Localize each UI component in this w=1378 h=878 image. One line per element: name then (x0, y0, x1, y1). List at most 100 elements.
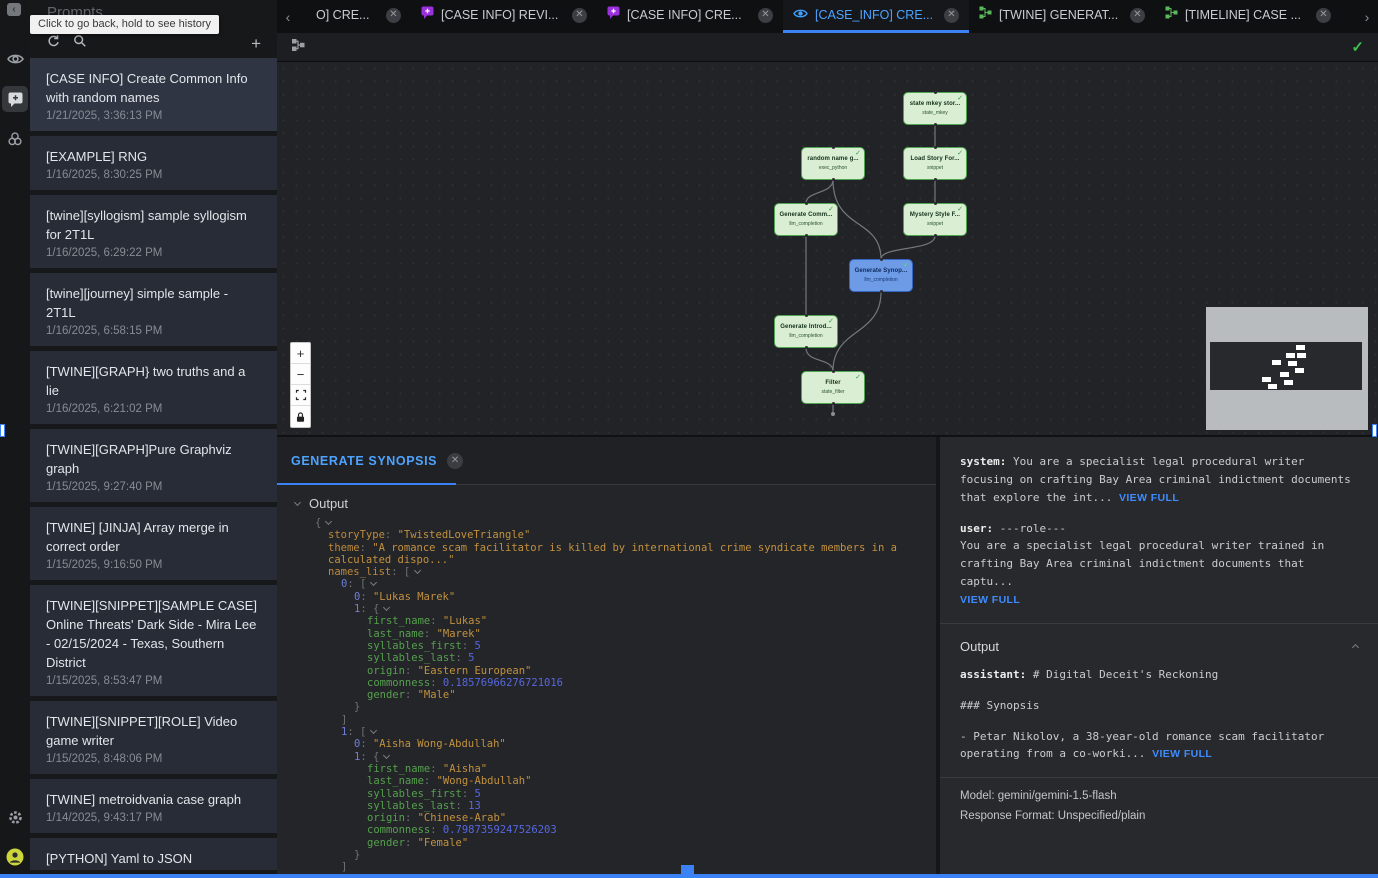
json-tree[interactable]: {storyType: "TwistedLoveTriangle"theme: … (277, 517, 936, 874)
list-item[interactable]: [PYTHON] Yaml to JSON (30, 838, 277, 870)
view-full-link[interactable]: VIEW FULL (960, 594, 1020, 606)
eye-icon[interactable] (2, 46, 28, 72)
graph-node-snippet[interactable]: ✓Mystery Style F...snippet (903, 203, 967, 236)
chevron-down-icon[interactable] (370, 727, 377, 734)
app-window: ‹ Prompts Click to go back, hold to see … (0, 0, 1378, 878)
tab-generate-synopsis[interactable]: GENERATE SYNOPSIS (291, 454, 437, 468)
graph-node-state_mkey[interactable]: ✓state mkey stor...state_mkey (903, 92, 967, 125)
check-icon: ✓ (957, 94, 963, 102)
close-icon[interactable]: ✕ (758, 8, 773, 23)
back-button[interactable]: ‹ (7, 3, 21, 16)
graph-node-exec_python[interactable]: ✓random name g...exec_python (801, 147, 865, 180)
chevron-down-icon[interactable] (414, 567, 421, 574)
view-full-link[interactable]: VIEW FULL (1152, 748, 1212, 760)
view-full-link[interactable]: VIEW FULL (1119, 492, 1179, 504)
graph-node-llm_completion[interactable]: ✓Generate Synop...llm_completion (849, 259, 913, 292)
list-item[interactable]: [TWINE][GRAPH} two truths and a lie1/16/… (30, 351, 277, 424)
graph-node-llm_completion[interactable]: ✓Generate Introd...llm_completion (774, 315, 838, 348)
refresh-icon[interactable] (46, 34, 60, 53)
list-item[interactable]: [CASE INFO] Create Common Info with rand… (30, 58, 277, 131)
tabs-scroll-right-icon[interactable]: › (1356, 0, 1378, 33)
layout-icon[interactable] (291, 38, 305, 57)
avatar-icon[interactable] (2, 844, 28, 870)
close-icon[interactable]: ✕ (447, 453, 463, 469)
active-tab-underline (277, 483, 456, 486)
tab--case-info-cre-[interactable]: [CASE INFO] CRE... ✕ (597, 0, 783, 33)
prompt-title: [TWINE][GRAPH]Pure Graphviz graph (46, 440, 261, 478)
close-icon[interactable]: ✕ (1130, 8, 1145, 23)
list-item[interactable]: [TWINE][GRAPH]Pure Graphviz graph 1/15/20… (30, 429, 277, 502)
node-title: state mkey stor... (910, 101, 961, 107)
response-format-line: Response Format: Unspecified/plain (960, 806, 1358, 826)
prompt-title: [twine][journey] simple sample - 2T1L (46, 284, 261, 322)
tab-label: [CASE INFO] CRE... (627, 8, 751, 22)
list-item[interactable]: [TWINE][SNIPPET][ROLE] Video game writer… (30, 701, 277, 774)
close-icon[interactable]: ✕ (944, 8, 959, 23)
tab-o-cre-[interactable]: O] CRE...✕ (299, 0, 411, 33)
zoom-in-button[interactable]: + (291, 343, 310, 364)
inspector-output-label: Output (960, 639, 999, 654)
prompt-title: [TWINE][SNIPPET][SAMPLE CASE] Online Thr… (46, 596, 261, 672)
tab--twine-generat-[interactable]: [TWINE] GENERAT...✕ (969, 0, 1155, 33)
fit-view-button[interactable] (291, 385, 310, 406)
search-icon[interactable] (73, 34, 87, 53)
prompt-timestamp: 1/15/2025, 9:16:50 PM (46, 559, 261, 571)
tab--case-info-revi-[interactable]: [CASE INFO] REVI...✕ (411, 0, 597, 33)
splitter-handle-left[interactable] (0, 424, 5, 437)
prompt-title: [twine][syllogism] sample syllogism for … (46, 206, 261, 244)
chevron-up-icon (1352, 644, 1359, 651)
json-line: ] (315, 861, 936, 873)
list-item[interactable]: [TWINE] [JINJA] Array merge in correct o… (30, 507, 277, 580)
close-icon[interactable]: ✕ (572, 8, 587, 23)
chat-plus-icon[interactable] (2, 86, 28, 112)
inspector-output-header[interactable]: Output (960, 624, 1358, 658)
graph-canvas[interactable]: ✓state mkey stor...state_mkey ✓random nam… (277, 62, 1378, 435)
graph-node-state_filter[interactable]: ✓Filterstate_filter (801, 371, 865, 404)
chevron-down-icon[interactable] (370, 579, 377, 586)
lock-button[interactable] (291, 406, 310, 427)
zoom-out-button[interactable]: − (291, 364, 310, 385)
splitter-handle-right[interactable] (1372, 424, 1377, 437)
eye-tab-icon (793, 6, 808, 24)
json-line: 1: [ (315, 726, 936, 738)
json-line: first_name: "Aisha" (315, 763, 936, 775)
chevron-down-icon[interactable] (383, 604, 390, 611)
prompt-title: [EXAMPLE] RNG (46, 147, 261, 166)
assistant-role-label: assistant: (960, 668, 1026, 681)
inspector-panel: system: You are a specialist legal proce… (938, 437, 1378, 874)
list-item[interactable]: [twine][syllogism] sample syllogism for … (30, 195, 277, 268)
prompt-timestamp: 1/15/2025, 9:27:40 PM (46, 481, 261, 493)
graph-node-snippet[interactable]: ✓Load Story For...snippet (903, 147, 967, 180)
gear-icon[interactable] (2, 804, 28, 830)
user-message-text: You are a specialist legal procedural wr… (960, 539, 1324, 588)
graph-toolbar: ✓ (277, 33, 1378, 62)
json-line: syllables_last: 13 (315, 800, 936, 812)
tabs-scroll-left-icon[interactable]: ‹ (277, 0, 299, 33)
new-prompt-button[interactable]: + (251, 35, 261, 52)
check-icon: ✓ (828, 317, 834, 325)
json-line: first_name: "Lukas" (315, 615, 936, 627)
node-subtitle: llm_completion (789, 333, 822, 339)
node-subtitle: exec_python (819, 165, 847, 171)
output-section-header[interactable]: Output (277, 485, 936, 517)
prompt-title: [TWINE][GRAPH} two truths and a lie (46, 362, 261, 400)
bottom-resize-handle[interactable] (681, 865, 694, 878)
tab--case-info-cre-[interactable]: [CASE_INFO] CRE...✕ (783, 0, 969, 33)
graph-node-llm_completion[interactable]: ✓Generate Comm...llm_completion (774, 203, 838, 236)
tab--timeline-case-[interactable]: [TIMELINE] CASE ...✕ (1155, 0, 1341, 33)
prompt-timestamp: 1/15/2025, 8:48:06 PM (46, 753, 261, 765)
close-icon[interactable]: ✕ (1316, 8, 1331, 23)
list-item[interactable]: [EXAMPLE] RNG1/16/2025, 8:30:25 PM (30, 136, 277, 190)
json-line: storyType: "TwistedLoveTriangle" (315, 529, 936, 541)
minimap[interactable] (1206, 307, 1368, 430)
close-icon[interactable]: ✕ (386, 8, 401, 23)
minimap-viewport (1210, 342, 1362, 390)
list-item[interactable]: [TWINE][SNIPPET][SAMPLE CASE] Online Thr… (30, 585, 277, 696)
list-item[interactable]: [TWINE] metroidvania case graph1/14/2025… (30, 779, 277, 833)
knot-icon[interactable] (2, 126, 28, 152)
json-line: 1: { (315, 603, 936, 615)
chevron-down-icon[interactable] (325, 518, 332, 525)
chat-tab-icon (421, 6, 434, 24)
list-item[interactable]: [twine][journey] simple sample - 2T1L1/1… (30, 273, 277, 346)
chevron-down-icon[interactable] (383, 752, 390, 759)
